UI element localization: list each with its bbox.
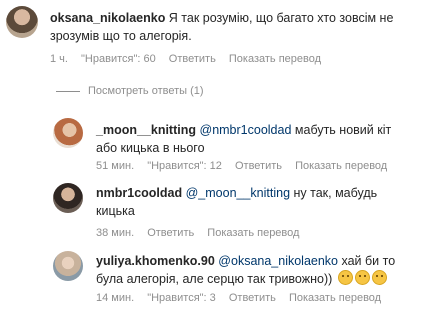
reply-meta: 14 мин. "Нравится": 3 Ответить Показать … <box>96 292 391 304</box>
comment-username[interactable]: oksana_nikolaenko <box>50 11 165 25</box>
translate-button[interactable]: Показать перевод <box>295 160 387 172</box>
translate-button[interactable]: Показать перевод <box>207 227 299 239</box>
avatar[interactable] <box>53 118 83 148</box>
translate-button[interactable]: Показать перевод <box>229 53 321 65</box>
reply-time: 14 мин. <box>96 292 135 304</box>
sad-face-emoji-icon <box>354 270 370 285</box>
reply-username[interactable]: yuliya.khomenko.90 <box>96 254 215 268</box>
comment-meta: 1 ч. "Нравится": 60 Ответить Показать пе… <box>50 53 331 65</box>
reply-button[interactable]: Ответить <box>169 53 216 65</box>
comment-text: oksana_nikolaenko Я так розумію, що бага… <box>50 11 394 43</box>
reply-button[interactable]: Ответить <box>235 160 282 172</box>
reply-button[interactable]: Ответить <box>147 227 194 239</box>
avatar[interactable] <box>6 6 38 38</box>
divider <box>56 90 80 92</box>
sad-face-emoji-icon <box>337 270 353 285</box>
reply-time: 51 мин. <box>96 160 135 172</box>
reply-username[interactable]: nmbr1cooldad <box>96 186 182 200</box>
avatar[interactable] <box>53 251 83 281</box>
mention-link[interactable]: @nmbr1cooldad <box>200 123 292 137</box>
view-replies-button[interactable]: Посмотреть ответы (1) <box>56 85 204 97</box>
mention-link[interactable]: @_moon__knitting <box>186 186 290 200</box>
reply-time: 38 мин. <box>96 227 135 239</box>
comment-time: 1 ч. <box>50 53 68 65</box>
reply-username[interactable]: _moon__knitting <box>96 123 196 137</box>
likes-count[interactable]: "Нравится": 3 <box>147 292 216 304</box>
likes-count[interactable]: "Нравится": 60 <box>81 53 156 65</box>
reply-meta: 38 мин. Ответить Показать перевод <box>96 227 309 239</box>
translate-button[interactable]: Показать перевод <box>289 292 381 304</box>
reply-button[interactable]: Ответить <box>229 292 276 304</box>
reply-text: _moon__knitting @nmbr1cooldad мабуть нов… <box>96 123 392 155</box>
reply-meta: 51 мин. "Нравится": 12 Ответить Показать… <box>96 160 397 172</box>
sad-face-emoji-icon <box>371 270 387 285</box>
reply-text: nmbr1cooldad @_moon__knitting ну так, ма… <box>96 186 378 218</box>
likes-count[interactable]: "Нравится": 12 <box>147 160 222 172</box>
mention-link[interactable]: @oksana_nikolaenko <box>218 254 338 268</box>
avatar[interactable] <box>53 183 83 213</box>
reply-text: yuliya.khomenko.90 @oksana_nikolaenko ха… <box>96 254 396 286</box>
